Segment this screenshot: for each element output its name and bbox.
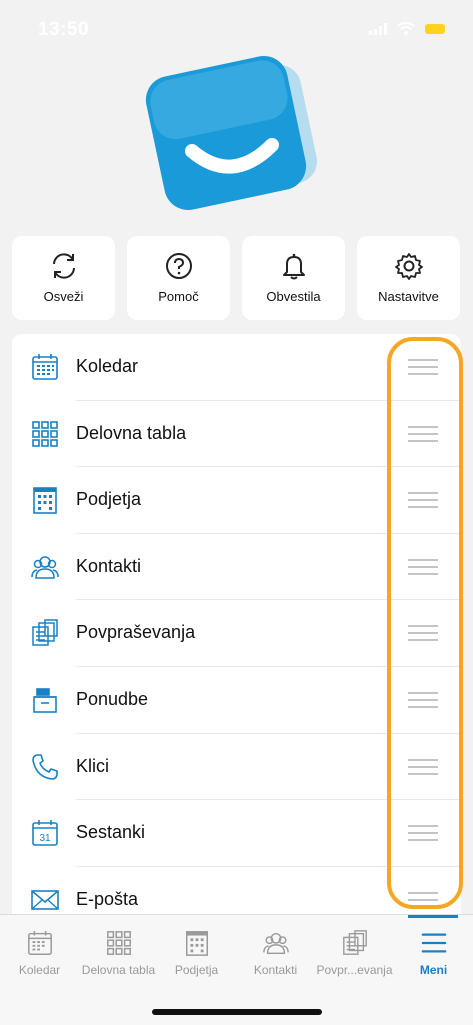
grid-icon (106, 931, 131, 955)
menu-list: Koledar Delovna tabla Podjetja Kontakti … (12, 334, 461, 924)
signal-icon (369, 22, 387, 35)
menu-item-sestanki[interactable]: 31 Sestanki (12, 800, 461, 867)
menu-item-label: Delovna tabla (76, 422, 187, 443)
inquiries-icon (32, 619, 58, 647)
contacts-icon (31, 556, 59, 579)
menu-item-label: Kontakti (76, 555, 142, 576)
meeting-calendar-icon: 31 (32, 820, 58, 846)
help-icon (165, 253, 192, 279)
active-tab-indicator (408, 915, 458, 918)
menu-item-label: Povpraševanja (76, 622, 196, 643)
offers-icon (33, 688, 57, 713)
bell-icon (282, 253, 305, 280)
settings-button[interactable]: Nastavitve (357, 236, 460, 320)
tab-label: Meni (419, 963, 448, 977)
menu-item-label: Sestanki (76, 822, 146, 843)
tab-podjetja[interactable]: Podjetja (157, 929, 236, 977)
menu-item-koledar[interactable]: Koledar (12, 334, 461, 401)
home-indicator (152, 1009, 322, 1015)
calendar-icon (27, 930, 52, 955)
menu-item-delovna-tabla[interactable]: Delovna tabla (12, 401, 461, 468)
tab-label: Koledar (18, 963, 61, 977)
inquiries-icon (342, 930, 367, 955)
menu-item-kontakti[interactable]: Kontakti (12, 534, 461, 601)
menu-item-podjetja[interactable]: Podjetja (12, 467, 461, 534)
tab-povprasevanja[interactable]: Povpr...evanja (315, 929, 394, 977)
drag-handle-icon[interactable] (408, 492, 438, 509)
help-label: Pomoč (158, 289, 199, 304)
tab-delovna-tabla[interactable]: Delovna tabla (79, 929, 158, 977)
menu-item-label: Ponudbe (76, 688, 149, 709)
settings-label: Nastavitve (378, 289, 439, 304)
menu-item-label: Podjetja (76, 489, 142, 510)
tab-label: Povpr...evanja (316, 963, 393, 977)
menu-icon (421, 933, 446, 953)
drag-handle-icon[interactable] (408, 691, 438, 708)
drag-handle-icon[interactable] (408, 625, 438, 642)
menu-item-klici[interactable]: Klici (12, 734, 461, 801)
tab-koledar[interactable]: Koledar (0, 929, 79, 977)
notifications-button[interactable]: Obvestila (242, 236, 345, 320)
quick-actions: Osveži Pomoč Obvestila Nastavitve (12, 236, 462, 320)
grid-icon (32, 420, 58, 447)
menu-item-label: Koledar (76, 356, 139, 376)
calendar-day-label: 31 (39, 833, 51, 844)
drag-handle-icon[interactable] (408, 825, 438, 842)
battery-icon (425, 23, 445, 34)
building-icon (33, 487, 57, 514)
gear-icon (394, 253, 423, 280)
drag-handle-icon[interactable] (408, 891, 438, 908)
refresh-button[interactable]: Osveži (12, 236, 115, 320)
drag-handle-icon[interactable] (408, 359, 438, 375)
contacts-icon (262, 932, 289, 954)
drag-handle-icon[interactable] (408, 758, 438, 775)
refresh-label: Osveži (43, 289, 84, 304)
status-bar: 13:50 (0, 0, 473, 58)
status-icons (369, 22, 445, 35)
help-button[interactable]: Pomoč (127, 236, 230, 320)
tab-label: Delovna tabla (81, 963, 156, 977)
mail-icon (31, 889, 59, 910)
menu-item-label: E-pošta (76, 888, 139, 909)
refresh-icon (52, 253, 75, 279)
tab-label: Kontakti (253, 963, 298, 977)
tab-meni[interactable]: Meni (394, 929, 473, 977)
notifications-label: Obvestila (266, 289, 321, 304)
drag-handle-icon[interactable] (408, 425, 438, 442)
calendar-icon (32, 354, 58, 380)
tab-kontakti[interactable]: Kontakti (236, 929, 315, 977)
menu-item-ponudbe[interactable]: Ponudbe (12, 667, 461, 734)
smile-logo-icon (145, 55, 317, 211)
building-icon (185, 931, 208, 956)
wifi-icon (397, 22, 415, 35)
phone-icon (32, 753, 58, 780)
menu-item-povprasevanja[interactable]: Povpraševanja (12, 600, 461, 667)
status-time: 13:50 (38, 19, 90, 40)
menu-item-label: Klici (76, 755, 110, 776)
tab-label: Podjetja (174, 963, 219, 977)
drag-handle-icon[interactable] (408, 558, 438, 575)
